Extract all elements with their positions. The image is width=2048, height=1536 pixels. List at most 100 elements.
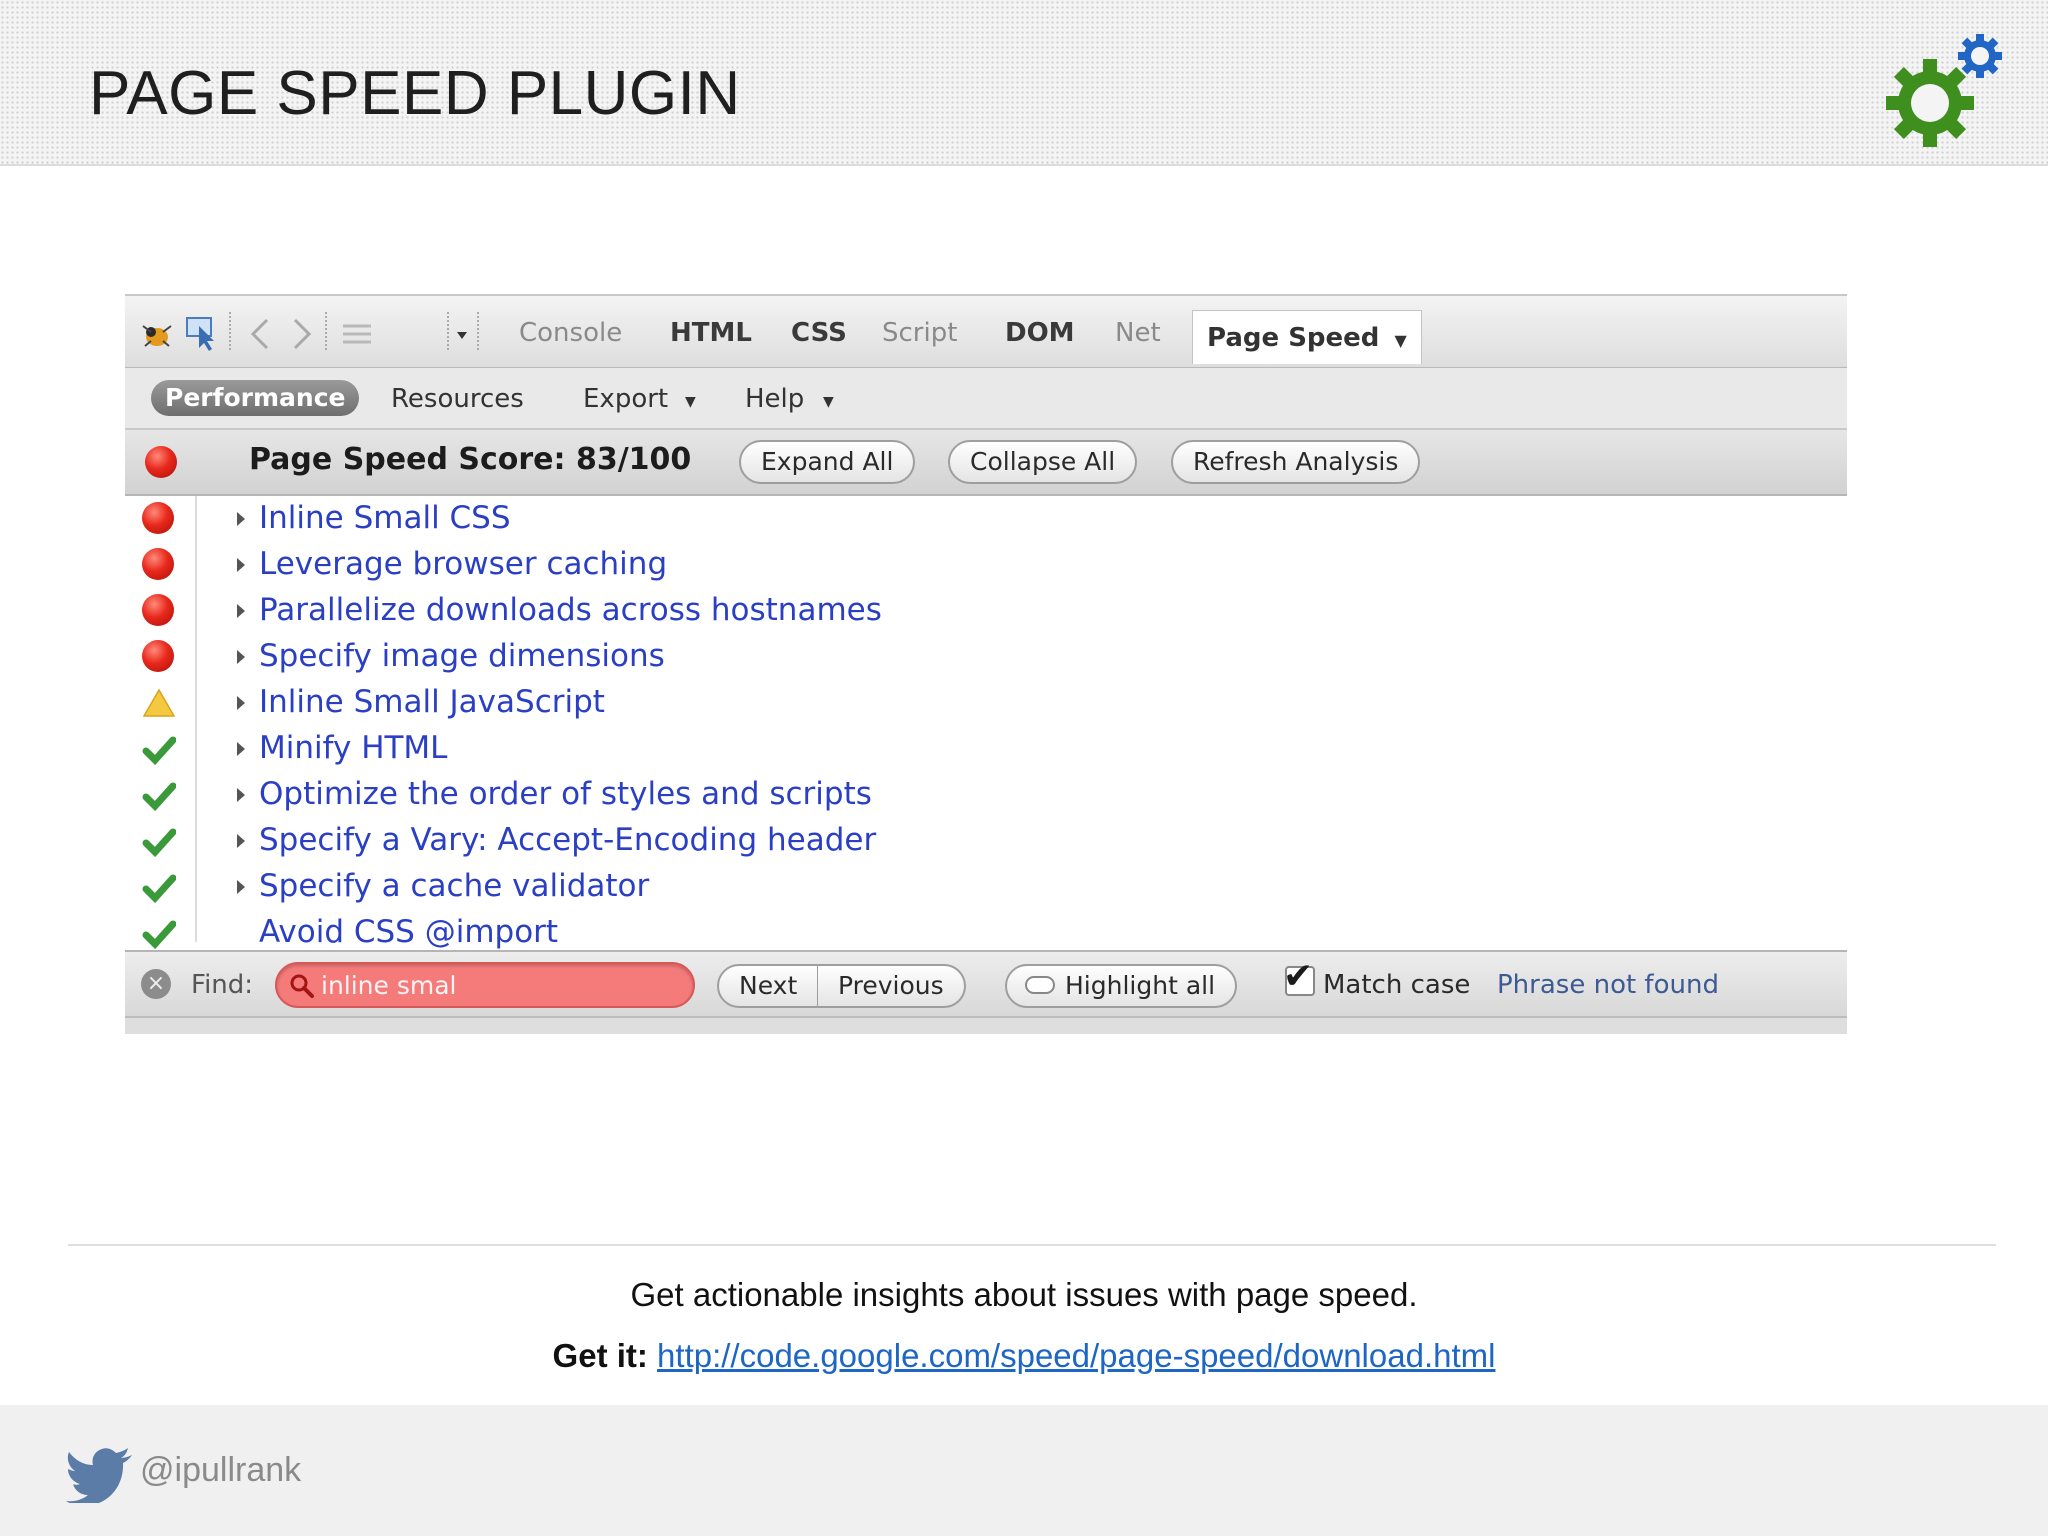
dropdown-arrow-icon[interactable] — [453, 314, 471, 354]
subtab-resources[interactable]: Resources — [391, 384, 524, 414]
score-bar: Page Speed Score: 83/100 Expand All Coll… — [125, 430, 1847, 496]
find-label: Find: — [191, 970, 254, 1000]
refresh-analysis-button[interactable]: Refresh Analysis — [1171, 440, 1421, 484]
search-icon — [290, 974, 314, 998]
rule-row[interactable]: Parallelize downloads across hostnames — [125, 588, 1847, 634]
expand-triangle-icon[interactable] — [237, 604, 245, 618]
find-status-text: Phrase not found — [1497, 970, 1719, 1000]
find-input-value: inline smal — [321, 971, 457, 1000]
toolbar-separator — [447, 312, 449, 352]
divider — [68, 1244, 1996, 1246]
expand-triangle-icon[interactable] — [237, 558, 245, 572]
tab-script[interactable]: Script — [882, 318, 957, 348]
rule-label[interactable]: Minify HTML — [259, 730, 447, 766]
warning-triangle-icon — [142, 688, 176, 717]
page-speed-subbar: Performance Resources Export ▼ Help ▼ — [125, 368, 1847, 430]
expand-all-button[interactable]: Expand All — [739, 440, 916, 484]
export-menu[interactable]: Export — [583, 384, 668, 414]
toolbar-separator — [229, 312, 231, 352]
get-it-label: Get it: — [552, 1337, 648, 1374]
page-speed-score: Page Speed Score: 83/100 — [249, 442, 692, 477]
twitter-bird-icon — [66, 1448, 132, 1503]
firebug-bug-icon[interactable] — [137, 314, 177, 354]
help-chevron-icon: ▼ — [823, 394, 834, 410]
expand-triangle-icon[interactable] — [237, 788, 245, 802]
highlight-all-label: Highlight all — [1065, 971, 1216, 1000]
find-input[interactable]: inline smal — [275, 962, 695, 1008]
previous-button[interactable]: Previous — [818, 964, 966, 1008]
expand-triangle-icon[interactable] — [237, 834, 245, 848]
slide-header: PAGE SPEED PLUGIN — [0, 0, 2048, 166]
inspect-icon[interactable] — [183, 314, 223, 354]
error-status-icon — [142, 502, 174, 534]
expand-triangle-icon[interactable] — [237, 696, 245, 710]
rule-label[interactable]: Specify a Vary: Accept-Encoding header — [259, 822, 876, 858]
firebug-panel: Console HTML CSS Script DOM Net Page Spe… — [125, 294, 1847, 1034]
rule-row[interactable]: Inline Small CSS — [125, 496, 1847, 542]
error-status-icon — [142, 548, 174, 580]
twitter-handle[interactable]: @ipullrank — [140, 1451, 301, 1490]
rule-label[interactable]: Specify a cache validator — [259, 868, 649, 904]
checkmark-icon: ✔ — [1283, 956, 1314, 997]
rule-row[interactable]: Optimize the order of styles and scripts — [125, 772, 1847, 818]
tab-css[interactable]: CSS — [791, 318, 847, 348]
tab-page-speed[interactable]: Page Speed ▼ — [1192, 310, 1422, 364]
next-button[interactable]: Next — [717, 964, 820, 1008]
checkmark-icon — [142, 782, 176, 812]
rule-row[interactable]: Specify image dimensions — [125, 634, 1847, 680]
slide-caption: Get actionable insights about issues wit… — [630, 1276, 1418, 1313]
expand-triangle-icon[interactable] — [237, 742, 245, 756]
close-icon[interactable]: × — [141, 969, 171, 999]
subtab-performance[interactable]: Performance — [151, 380, 360, 416]
checkmark-icon — [142, 736, 176, 766]
toggle-icon — [1025, 976, 1055, 994]
rule-list: Inline Small CSS Leverage browser cachin… — [125, 496, 1847, 950]
back-arrow-icon[interactable] — [241, 314, 281, 354]
firebug-toolbar: Console HTML CSS Script DOM Net Page Spe… — [125, 296, 1847, 368]
tab-html[interactable]: HTML — [670, 318, 752, 348]
toolbar-separator — [325, 312, 327, 352]
rule-label[interactable]: Inline Small CSS — [259, 500, 511, 536]
export-chevron-icon: ▼ — [685, 394, 696, 410]
checkmark-icon — [142, 874, 176, 904]
expand-triangle-icon[interactable] — [237, 512, 245, 526]
gears-logo-icon — [1886, 34, 2002, 147]
rule-row[interactable]: Specify a Vary: Accept-Encoding header — [125, 818, 1847, 864]
rule-label[interactable]: Specify image dimensions — [259, 638, 665, 674]
rule-label[interactable]: Avoid CSS @import — [259, 914, 558, 950]
list-icon[interactable] — [337, 314, 377, 354]
collapse-all-button[interactable]: Collapse All — [948, 440, 1138, 484]
score-status-icon — [145, 446, 177, 478]
rule-row[interactable]: Minify HTML — [125, 726, 1847, 772]
checkmark-icon — [142, 828, 176, 858]
rule-row[interactable]: Specify a cache validator — [125, 864, 1847, 910]
tab-console[interactable]: Console — [519, 318, 622, 348]
tab-dom[interactable]: DOM — [1005, 318, 1075, 348]
find-bar: × Find: inline smal Next Previous Highli… — [125, 950, 1847, 1016]
rule-label[interactable]: Optimize the order of styles and scripts — [259, 776, 872, 812]
match-case-label[interactable]: Match case — [1323, 970, 1470, 1000]
tab-net[interactable]: Net — [1115, 318, 1161, 348]
tab-page-speed-label: Page Speed — [1207, 323, 1380, 353]
help-menu[interactable]: Help — [745, 384, 804, 414]
slide-title: PAGE SPEED PLUGIN — [89, 59, 741, 128]
rule-label[interactable]: Leverage browser caching — [259, 546, 667, 582]
toolbar-separator — [477, 312, 479, 352]
rule-label[interactable]: Inline Small JavaScript — [259, 684, 605, 720]
error-status-icon — [142, 594, 174, 626]
chevron-down-icon: ▼ — [1394, 331, 1407, 350]
expand-triangle-icon[interactable] — [237, 650, 245, 664]
error-status-icon — [142, 640, 174, 672]
checkmark-icon — [142, 920, 176, 950]
match-case-checkbox[interactable]: ✔ — [1283, 956, 1315, 997]
forward-arrow-icon[interactable] — [281, 314, 321, 354]
rule-row[interactable]: Inline Small JavaScript — [125, 680, 1847, 726]
footer-band: @ipullrank — [0, 1405, 2048, 1536]
get-it-line: Get it: http://code.google.com/speed/pag… — [0, 1337, 2048, 1375]
rule-row[interactable]: Leverage browser caching — [125, 542, 1847, 588]
highlight-all-button[interactable]: Highlight all — [1005, 964, 1238, 1008]
status-bar — [125, 1016, 1847, 1034]
rule-label[interactable]: Parallelize downloads across hostnames — [259, 592, 882, 628]
download-link[interactable]: http://code.google.com/speed/page-speed/… — [657, 1337, 1495, 1374]
expand-triangle-icon[interactable] — [237, 880, 245, 894]
